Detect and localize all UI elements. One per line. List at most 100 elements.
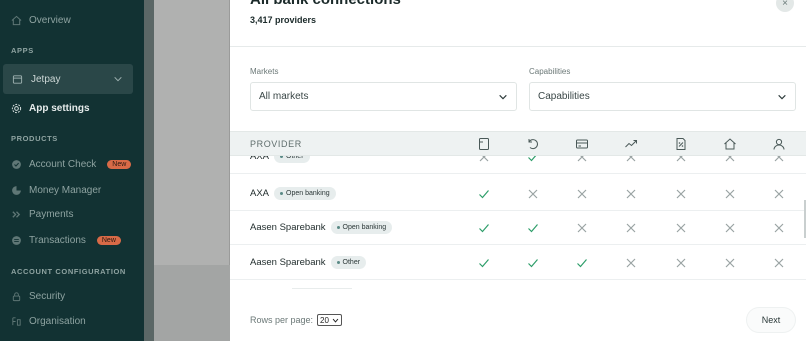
percent-doc-icon xyxy=(676,138,686,150)
sidebar-item-overview[interactable]: Overview xyxy=(0,9,144,31)
modal-title: All bank connections xyxy=(250,0,401,8)
sidebar-item-label: Transactions xyxy=(29,234,86,246)
provider-type-badge: Other xyxy=(274,156,310,163)
rows-per-page-value: 20 xyxy=(320,315,329,325)
close-icon: × xyxy=(782,0,788,9)
gear-icon xyxy=(11,103,22,113)
trend-icon xyxy=(625,140,637,148)
bank-connections-modal: All bank connections 3,417 providers × M… xyxy=(230,0,806,341)
cross-icon xyxy=(626,156,636,162)
provider-count: 3,417 providers xyxy=(250,15,317,25)
table-body: AXA Other AXA Open banking Aasen Sparebank Op… xyxy=(230,156,806,281)
provider-type: Open banking xyxy=(286,190,330,197)
sidebar-section-products: PRODUCTS xyxy=(11,134,58,143)
new-badge: New xyxy=(96,235,121,245)
sidebar-item-label: Payments xyxy=(29,208,74,220)
provider-name: AXA xyxy=(250,188,270,199)
sidebar-section-account-configuration: ACCOUNT CONFIGURATION xyxy=(11,267,126,276)
badge-dot xyxy=(336,261,340,264)
sidebar-item-payments[interactable]: Payments xyxy=(0,203,144,225)
backdrop-scrollbar xyxy=(144,0,154,341)
provider-type: Open banking xyxy=(342,224,387,231)
provider-type-badge: Other xyxy=(330,256,367,269)
sidebar-item-transactions[interactable]: Transactions New xyxy=(0,229,144,251)
markets-select[interactable]: All markets xyxy=(250,82,517,111)
rows-per-page-select[interactable]: 20 xyxy=(317,314,342,326)
sidebar-item-label: Organisation xyxy=(29,315,86,327)
close-button[interactable]: × xyxy=(776,0,794,12)
cross-icon xyxy=(577,223,587,233)
cross-icon xyxy=(676,223,686,233)
check-icon xyxy=(479,224,489,233)
badge-dot xyxy=(280,192,284,195)
sidebar-item-money-manager[interactable]: Money Manager xyxy=(0,179,144,201)
cross-icon xyxy=(577,156,587,162)
check-icon xyxy=(528,259,538,268)
sidebar-item-organisation[interactable]: Organisation xyxy=(0,310,144,332)
table-row[interactable]: AXA Open banking xyxy=(230,176,806,211)
chevron-down-icon xyxy=(499,94,507,99)
cross-icon xyxy=(725,223,735,233)
table-row[interactable]: Aasen Sparebank Open banking xyxy=(230,210,806,245)
check-icon xyxy=(528,224,538,233)
cross-icon xyxy=(725,189,735,199)
refresh-icon xyxy=(528,139,538,150)
sidebar-section-apps: APPS xyxy=(11,46,34,55)
capabilities-select[interactable]: Capabilities xyxy=(529,82,796,111)
app-icon xyxy=(12,74,23,84)
check-icon xyxy=(479,259,489,268)
table-header: PROVIDER xyxy=(230,131,806,156)
divider xyxy=(230,46,806,47)
account-icon xyxy=(479,138,489,150)
cross-icon xyxy=(676,189,686,199)
chevron-down-icon xyxy=(778,94,786,99)
app-name: Jetpay xyxy=(31,73,61,85)
cross-icon xyxy=(676,156,686,162)
sidebar-item-app-settings[interactable]: App settings xyxy=(0,97,144,119)
cross-icon xyxy=(725,258,735,268)
card-icon xyxy=(576,139,588,149)
person-icon xyxy=(773,138,785,150)
cross-icon xyxy=(774,223,784,233)
check-icon xyxy=(479,190,489,199)
provider-type: Other xyxy=(286,156,304,160)
rows-per-page-label: Rows per page: xyxy=(250,315,314,325)
sidebar-item-label: Security xyxy=(29,290,66,302)
provider-cell: AXA Other xyxy=(250,156,310,163)
provider-type: Other xyxy=(342,259,361,266)
next-button[interactable]: Next xyxy=(747,308,795,332)
table-row[interactable]: Aasen Sparebank Other xyxy=(230,245,806,280)
transactions-icon xyxy=(12,235,21,245)
app-switcher[interactable]: Jetpay xyxy=(3,64,133,94)
chevron-down-icon xyxy=(332,318,339,323)
markets-value: All markets xyxy=(259,91,309,102)
sidebar-item-label: Account Check xyxy=(29,158,97,170)
rows-per-page: Rows per page: 20 xyxy=(250,314,342,326)
capabilities-value: Capabilities xyxy=(538,91,590,102)
cross-icon xyxy=(479,156,489,162)
sidebar-item-label: Overview xyxy=(29,14,71,26)
cross-icon xyxy=(676,258,686,268)
sidebar-item-account-check[interactable]: Account Check New xyxy=(0,153,144,175)
sidebar-item-security[interactable]: Security xyxy=(0,285,144,307)
provider-cell: AXA Open banking xyxy=(250,187,336,200)
cross-icon xyxy=(774,258,784,268)
provider-name: Aasen Sparebank xyxy=(250,257,326,268)
home-icon xyxy=(724,138,736,150)
cross-icon xyxy=(725,156,735,162)
check-icon xyxy=(528,156,537,162)
cross-icon xyxy=(577,189,587,199)
capabilities-label: Capabilities xyxy=(529,67,571,76)
cross-icon xyxy=(626,223,636,233)
cross-icon xyxy=(626,258,636,268)
divider xyxy=(292,288,352,289)
backdrop-panel xyxy=(154,0,230,265)
markets-label: Markets xyxy=(250,67,279,76)
table-row[interactable]: AXA Other xyxy=(230,156,806,174)
arrows-icon xyxy=(12,210,21,218)
organisation-icon xyxy=(12,316,21,326)
new-badge: New xyxy=(107,159,132,169)
home-icon xyxy=(11,15,22,25)
provider-column-header: PROVIDER xyxy=(250,139,302,149)
provider-cell: Aasen Sparebank Open banking xyxy=(250,221,393,234)
